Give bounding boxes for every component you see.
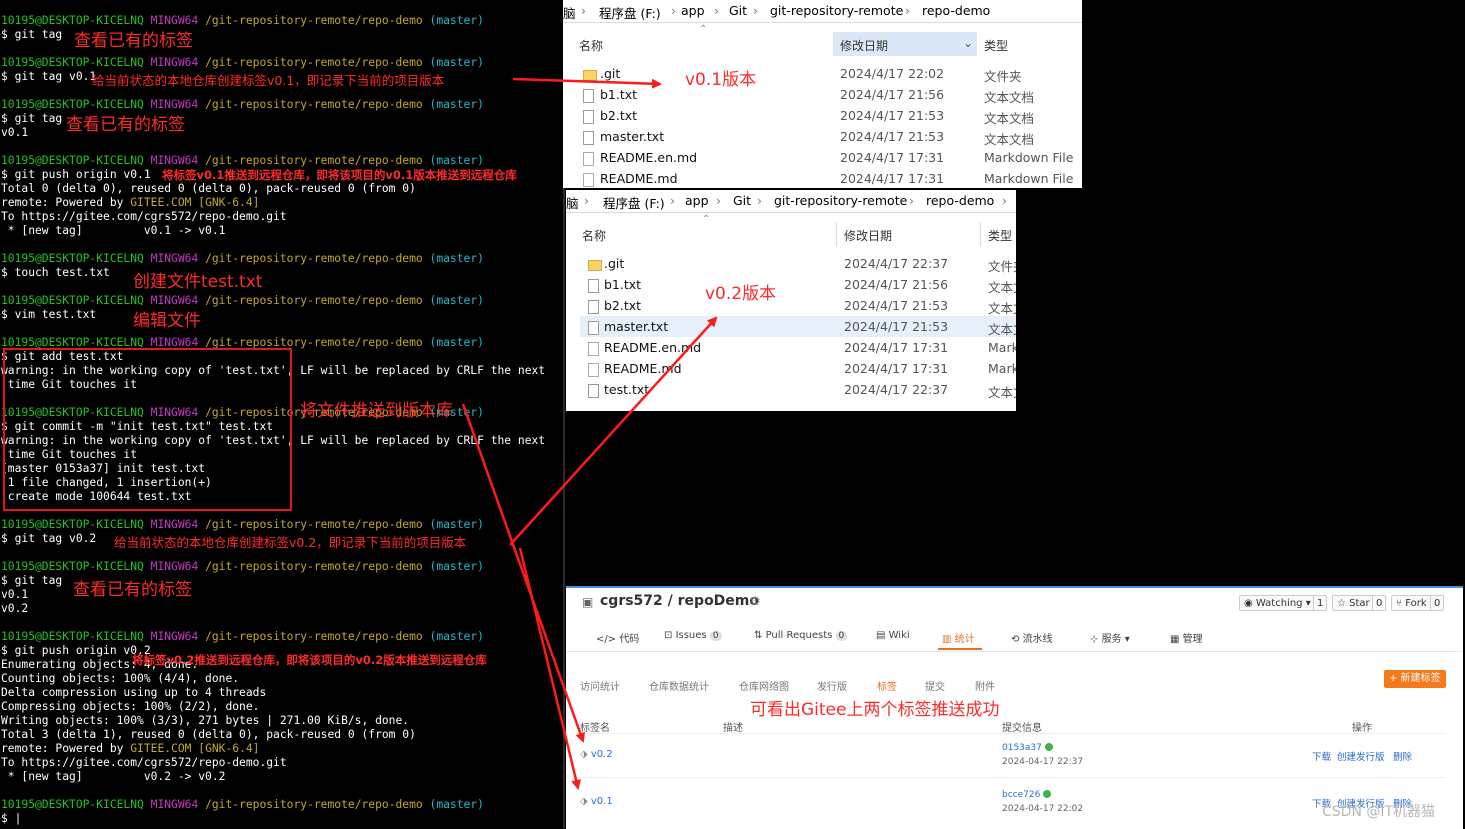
arrow-to-gitee-v02 [461,403,586,743]
arrow-to-v02-explorer [509,316,718,546]
annotation-arrows [461,77,718,790]
arrow-to-gitee-v01 [518,547,581,790]
arrow-to-v01-explorer [512,77,662,89]
